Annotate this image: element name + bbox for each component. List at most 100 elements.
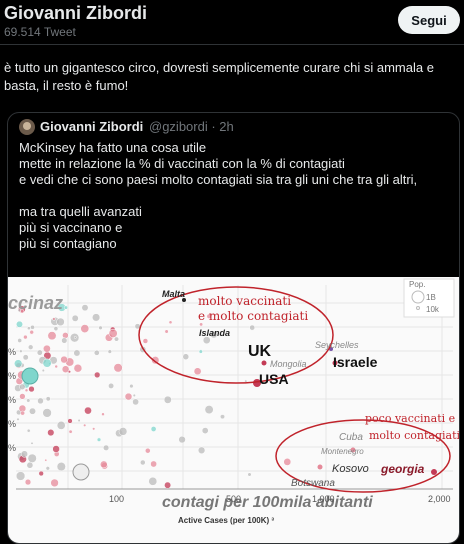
data-point [60,355,68,364]
data-point [21,367,39,385]
quoted-author-name[interactable]: Giovanni Zibordi [40,119,143,134]
data-point [36,349,43,356]
annotation-georgia: georgia [381,462,425,476]
quoted-tweet[interactable]: Giovanni Zibordi @gzibordi · 2h McKinsey… [7,112,460,544]
tweet-count: 69.514 Tweet [4,25,76,39]
data-point [53,326,59,331]
data-point [132,398,139,406]
annotation-poco-vaccinati: poco vaccinati e [365,412,456,425]
data-point [261,360,267,366]
annotation-molto-vaccinati: molto vaccinati [198,294,292,308]
chart-image[interactable]: ccinaz Pop. 1B 10k Malta Islanda Mongoli… [8,277,459,543]
data-point [26,398,31,403]
data-point [201,427,209,434]
data-point [37,397,44,405]
data-point [94,371,101,379]
data-point [113,363,123,373]
data-point [42,358,52,368]
x-tick-1000: 1,000 [312,494,335,504]
data-point [150,460,157,468]
annotation-israele: Israele [333,354,378,370]
data-point [148,476,158,486]
data-point [29,329,34,335]
data-point [197,446,206,454]
annotation-molto-contagiati: e molto contagiati [198,309,309,323]
data-point [17,338,23,343]
data-point [19,393,26,400]
data-point [84,406,92,415]
data-point [73,349,81,357]
annotation-contagi-per-100mila: contagi per 100mila abitanti [162,494,373,511]
data-point [283,458,292,466]
data-point [431,469,437,475]
data-point [38,470,44,477]
data-point [14,359,23,368]
data-point [107,349,112,354]
follow-button[interactable]: Segui [398,6,460,34]
data-point [27,326,31,331]
quoted-tweet-text: McKinsey ha fatto una cosa utile mette i… [19,140,418,251]
data-point [247,472,252,477]
data-point [72,463,90,481]
data-point [24,388,29,393]
data-point [50,478,59,488]
data-point [93,349,100,356]
y-tick: % [8,347,17,357]
country-label-botswana: Botswana [291,478,335,489]
partial-axis-label: ccinaz [8,293,64,313]
legend-item-1b: 1B [426,293,436,302]
data-point [30,441,34,445]
data-point [28,385,35,393]
x-tick-500: 500 [226,494,242,504]
y-tick: % [8,419,17,429]
annotation-kosovo: Kosovo [332,463,369,475]
data-point [100,460,108,469]
data-point [71,314,79,322]
data-point [132,393,136,397]
profile-header: Giovanni Zibordi 69.514 Tweet Segui [0,0,464,44]
quoted-author-handle: @gzibordi · 2h [149,119,234,134]
x-tick-100: 100 [109,494,125,504]
data-point [15,471,26,481]
data-point [249,324,256,331]
data-point [108,328,118,338]
data-point [41,368,45,373]
data-point [63,305,69,310]
country-label-cuba: Cuba [339,432,363,443]
divider [0,44,464,45]
data-point [77,418,81,423]
data-point [108,382,115,389]
legend-item-10k: 10k [426,305,439,314]
data-point [43,344,51,353]
country-label-seychelles: Seychelles [315,340,359,350]
data-point [44,458,48,462]
country-label-malta: Malta [162,289,186,299]
annotation-usa: USA [259,371,289,387]
data-point [27,453,37,463]
data-point [92,427,96,431]
data-point [26,428,31,433]
data-point [164,481,172,489]
profile-name: Giovanni Zibordi [4,3,147,23]
data-point [19,349,23,353]
data-point [29,407,36,415]
data-point [220,414,225,420]
data-point [178,435,186,444]
data-point [24,478,32,486]
data-point [52,445,60,453]
data-point [129,383,134,389]
data-point [204,405,214,415]
legend-title: Pop. [409,280,426,289]
data-point [19,383,26,390]
annotation-molto-contagiati-2: molto contagiati [369,429,460,442]
country-label-montenegro: Montenegro [321,447,364,456]
data-point [101,412,105,416]
data-point [163,395,172,404]
data-point [164,329,169,334]
data-point [67,418,73,424]
avatar[interactable] [19,119,35,135]
data-point [47,429,55,437]
data-point [23,334,28,340]
data-point [47,331,57,341]
data-point [103,444,110,451]
